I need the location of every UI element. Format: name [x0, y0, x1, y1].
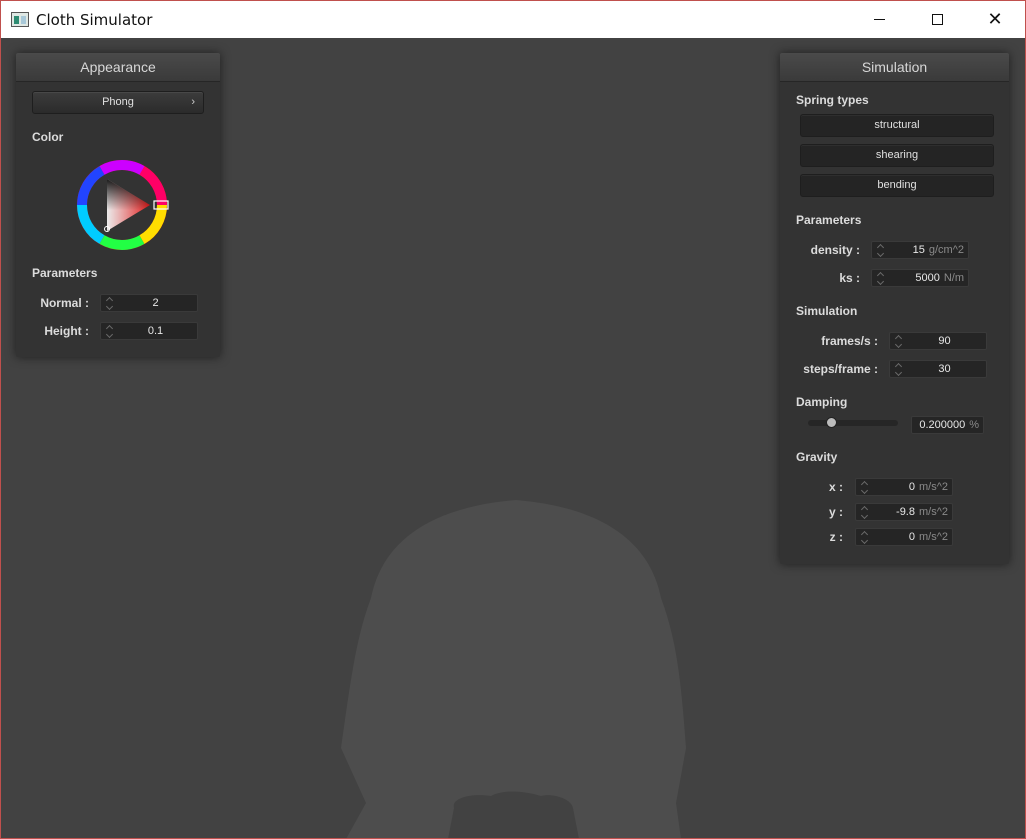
minimize-button[interactable]: [856, 1, 902, 38]
close-icon: ✕: [987, 8, 1003, 30]
density-label: density :: [810, 243, 860, 257]
damping-value: 0.200000: [919, 419, 966, 431]
ks-spinner-icon[interactable]: [875, 271, 885, 285]
gravity-y-label: y :: [828, 505, 843, 519]
gravity-x-spinner-icon[interactable]: [859, 480, 869, 494]
sim-parameters-label: Parameters: [796, 213, 862, 227]
simulation-section-label: Simulation: [796, 304, 858, 318]
ks-unit: N/m: [943, 272, 964, 284]
maximize-button[interactable]: [914, 1, 960, 38]
chevron-right-icon: ›: [191, 96, 195, 108]
simulation-panel-header[interactable]: Simulation: [780, 53, 1009, 82]
gravity-label: Gravity: [796, 450, 838, 464]
fps-input[interactable]: 90: [889, 332, 987, 350]
gravity-z-spinner-icon[interactable]: [859, 530, 869, 544]
gravity-y-unit: m/s^2: [919, 506, 948, 518]
density-spinner-icon[interactable]: [875, 243, 885, 257]
fps-spinner-icon[interactable]: [893, 334, 903, 348]
window-title: Cloth Simulator: [36, 11, 153, 29]
structural-toggle[interactable]: structural: [800, 114, 994, 137]
damping-slider[interactable]: [808, 417, 898, 428]
color-wheel[interactable]: [74, 157, 170, 253]
density-input[interactable]: 15 g/cm^2: [871, 241, 969, 259]
gravity-x-unit: m/s^2: [919, 481, 948, 493]
height-spinner-icon[interactable]: [104, 324, 114, 338]
close-button[interactable]: ✕: [972, 1, 1018, 38]
height-value: 0.1: [147, 325, 164, 337]
bending-toggle[interactable]: bending: [800, 174, 994, 197]
steps-value: 30: [938, 363, 951, 375]
gravity-x-input[interactable]: 0 m/s^2: [855, 478, 953, 496]
damping-unit: %: [969, 419, 979, 431]
gravity-y-spinner-icon[interactable]: [859, 505, 869, 519]
ks-label: ks :: [839, 271, 860, 285]
gravity-z-unit: m/s^2: [919, 531, 948, 543]
height-input[interactable]: 0.1: [100, 322, 198, 340]
minimize-icon: [873, 19, 885, 20]
spring-types-label: Spring types: [796, 93, 869, 107]
steps-input[interactable]: 30: [889, 360, 987, 378]
fps-value: 90: [938, 335, 951, 347]
normal-label: Normal :: [40, 296, 89, 310]
height-label: Height :: [44, 324, 89, 338]
ks-value: 5000: [915, 272, 940, 284]
simulation-panel: Simulation Spring types structural shear…: [780, 53, 1009, 564]
appearance-panel-header[interactable]: Appearance: [16, 53, 220, 82]
damping-label: Damping: [796, 395, 848, 409]
color-section-label: Color: [32, 130, 64, 144]
title-bar: Cloth Simulator ✕: [1, 1, 1025, 38]
ks-input[interactable]: 5000 N/m: [871, 269, 969, 287]
gravity-y-input[interactable]: -9.8 m/s^2: [855, 503, 953, 521]
app-icon: [11, 12, 29, 27]
gravity-z-label: z :: [829, 530, 843, 544]
damping-slider-handle[interactable]: [825, 417, 837, 428]
gravity-z-input[interactable]: 0 m/s^2: [855, 528, 953, 546]
normal-value: 2: [152, 297, 159, 309]
appearance-panel: Appearance Phong › Color Parameters Norm…: [16, 53, 220, 357]
gravity-x-label: x :: [828, 480, 843, 494]
density-unit: g/cm^2: [928, 244, 964, 256]
density-value: 15: [912, 244, 925, 256]
fps-label: frames/s :: [821, 334, 878, 348]
shader-dropdown[interactable]: Phong ›: [32, 91, 204, 114]
shearing-toggle[interactable]: shearing: [800, 144, 994, 167]
normal-input[interactable]: 2: [100, 294, 198, 312]
render-viewport[interactable]: Appearance Phong › Color Parameters Norm…: [1, 38, 1025, 838]
gravity-y-value: -9.8: [896, 506, 915, 518]
maximize-icon: [931, 14, 943, 25]
appearance-parameters-label: Parameters: [32, 266, 98, 280]
gravity-z-value: 0: [908, 531, 915, 543]
app-window: Cloth Simulator ✕ Appearance Phong › Col…: [0, 0, 1026, 839]
steps-label: steps/frame :: [803, 362, 878, 376]
normal-spinner-icon[interactable]: [104, 296, 114, 310]
gravity-x-value: 0: [908, 481, 915, 493]
steps-spinner-icon[interactable]: [893, 362, 903, 376]
damping-input[interactable]: 0.200000 %: [911, 416, 984, 434]
shader-dropdown-label: Phong: [102, 96, 134, 108]
